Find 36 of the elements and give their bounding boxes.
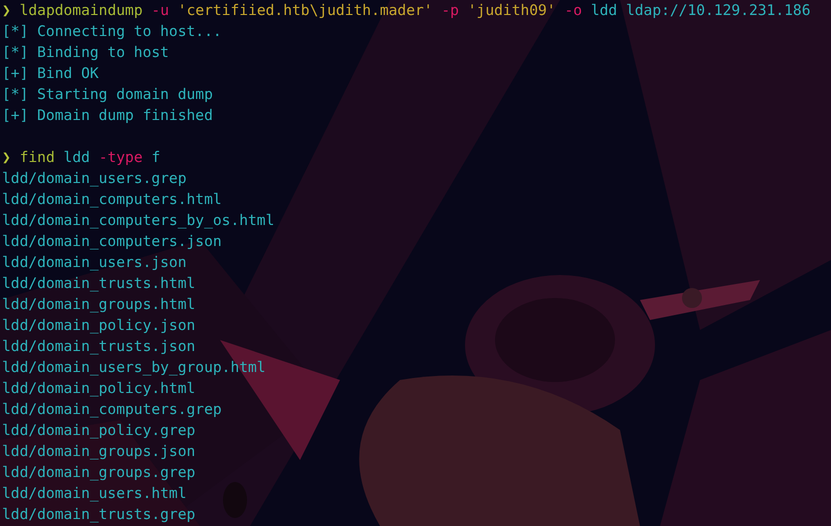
output-line: ldd/domain_users.json [2, 253, 187, 273]
output-line: ldd/domain_groups.grep [2, 463, 196, 483]
output-line: ldd/domain_computers_by_os.html [2, 211, 274, 231]
option-text: -u [151, 1, 169, 21]
output-line: [+] Bind OK [2, 64, 99, 84]
output-line: ldd/domain_policy.json [2, 316, 196, 336]
output-line: ldd/domain_policy.html [2, 379, 196, 399]
command-name: ldapdomaindump [20, 1, 143, 21]
output-line: [*] Binding to host [2, 43, 169, 63]
option-text: -type [98, 148, 143, 168]
output-line: ldd/domain_trusts.json [2, 337, 196, 357]
output-line: [+] Domain dump finished [2, 106, 213, 126]
output-line: [*] Connecting to host... [2, 22, 222, 42]
output-line: ldd/domain_users_by_group.html [2, 358, 266, 378]
output-line: ldd/domain_users.html [2, 484, 187, 504]
command-argument: 'certifiied.htb\judith.mader' [178, 1, 433, 21]
output-line: ldd/domain_computers.json [2, 232, 222, 252]
command-argument: f [151, 148, 160, 168]
option-text: -p [441, 1, 459, 21]
output-line: ldd/domain_computers.html [2, 190, 222, 210]
output-line: [*] Starting domain dump [2, 85, 213, 105]
output-line: ldd/domain_groups.json [2, 442, 196, 462]
command-argument: ldd [64, 148, 90, 168]
command-name: find [20, 148, 55, 168]
command-argument: 'judith09' [468, 1, 556, 21]
option-text: -o [564, 1, 582, 21]
command-argument: ldap://10.129.231.186 [626, 1, 810, 21]
prompt-symbol: ❯ [2, 148, 11, 168]
output-line: ldd/domain_computers.grep [2, 400, 222, 420]
output-line: ldd/domain_trusts.grep [2, 505, 196, 525]
command-argument: ldd [590, 1, 618, 21]
prompt-symbol: ❯ [2, 1, 11, 21]
output-line: ldd/domain_users.grep [2, 169, 187, 189]
output-line: ldd/domain_trusts.html [2, 274, 196, 294]
output-line: ldd/domain_groups.html [2, 295, 196, 315]
output-line: ldd/domain_policy.grep [2, 421, 196, 441]
